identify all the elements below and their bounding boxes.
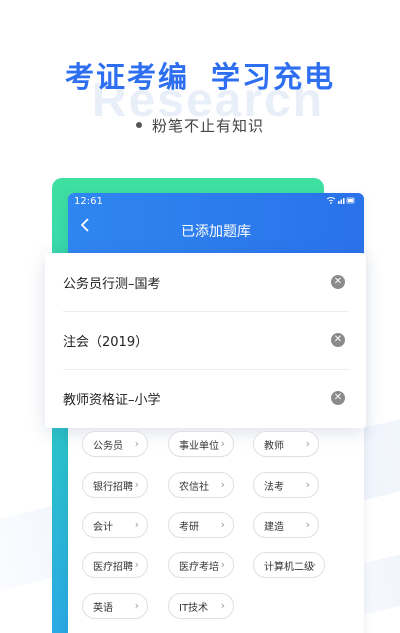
- category-chip-yiliao-kaopei[interactable]: 医疗考培 ›: [168, 552, 234, 578]
- headline-part-2: 学习充电: [211, 60, 336, 94]
- added-bank-label: 公务员行测–国考: [63, 276, 161, 292]
- chevron-right-icon: ›: [134, 478, 139, 491]
- subline-text: 粉笔不止有知识: [151, 117, 264, 135]
- added-bank-item[interactable]: 注会（2019） ✕: [63, 311, 349, 369]
- headline-part-1: 考证考编: [64, 60, 189, 94]
- chevron-right-icon: ›: [220, 437, 225, 450]
- chip-label: 农信社: [179, 481, 209, 493]
- chevron-right-icon: ›: [305, 437, 310, 450]
- chevron-right-icon: ›: [134, 518, 139, 531]
- nav-header: 12:61 已添加题库: [68, 193, 364, 261]
- category-chip-jianzao[interactable]: 建造 ›: [253, 512, 319, 538]
- remove-icon[interactable]: ✕: [331, 275, 345, 289]
- chevron-right-icon: ›: [134, 437, 139, 450]
- chevron-right-icon: ›: [220, 599, 225, 612]
- chevron-right-icon: ›: [305, 478, 310, 491]
- status-icons: [326, 196, 356, 208]
- status-time: 12:61: [74, 196, 103, 207]
- category-chip-kaoyan[interactable]: 考研 ›: [168, 512, 234, 538]
- added-bank-label: 注会（2019）: [63, 334, 149, 350]
- category-chip-jisuanji[interactable]: 计算机二级 ›: [253, 552, 325, 578]
- chip-label: 医疗招聘: [93, 561, 133, 573]
- chip-label: 英语: [93, 602, 113, 614]
- chip-label: 事业单位: [179, 440, 219, 452]
- category-chip-jiaoshi[interactable]: 教师 ›: [253, 431, 319, 457]
- promo-subline: 粉笔不止有知识: [0, 115, 400, 136]
- added-bank-label: 教师资格证–小学: [63, 392, 161, 408]
- chevron-right-icon: ›: [134, 558, 139, 571]
- chevron-right-icon: ›: [220, 518, 225, 531]
- category-chip-yinhang[interactable]: 银行招聘 ›: [82, 472, 148, 498]
- category-chip-kuaiji[interactable]: 会计 ›: [82, 512, 148, 538]
- category-chip-fakao[interactable]: 法考 ›: [253, 472, 319, 498]
- chip-label: 教师: [264, 440, 284, 452]
- chip-label: 会计: [93, 521, 113, 533]
- chip-label: 法考: [264, 481, 284, 493]
- chip-label: 公务员: [93, 440, 123, 452]
- page-title: 已添加题库: [181, 224, 251, 240]
- chip-label: 计算机二级: [264, 561, 314, 573]
- remove-icon[interactable]: ✕: [331, 333, 345, 347]
- bullet-dot-icon: [135, 121, 142, 128]
- added-bank-item[interactable]: 公务员行测–国考 ✕: [63, 253, 349, 311]
- chevron-right-icon: ›: [220, 478, 225, 491]
- chip-label: 银行招聘: [93, 481, 133, 493]
- category-chip-it[interactable]: IT技术 ›: [168, 593, 234, 619]
- category-chip-shiye[interactable]: 事业单位 ›: [168, 431, 234, 457]
- added-bank-item[interactable]: 教师资格证–小学 ✕: [63, 369, 349, 427]
- chip-label: IT技术: [179, 602, 209, 614]
- wifi-signal-battery-icon: [326, 197, 355, 204]
- added-banks-panel: 公务员行测–国考 ✕ 注会（2019） ✕ 教师资格证–小学 ✕: [45, 253, 366, 428]
- chip-label: 医疗考培: [179, 561, 219, 573]
- category-chip-yiliao-zhaopin[interactable]: 医疗招聘 ›: [82, 552, 148, 578]
- category-chip-yingyu[interactable]: 英语 ›: [82, 593, 148, 619]
- category-chip-nongxinshe[interactable]: 农信社 ›: [168, 472, 234, 498]
- promo-headline: 考证考编 学习充电: [0, 54, 400, 96]
- chevron-right-icon: ›: [134, 599, 139, 612]
- chevron-right-icon: ›: [220, 558, 225, 571]
- chevron-right-icon: ›: [311, 558, 316, 571]
- chip-label: 建造: [264, 521, 284, 533]
- chevron-right-icon: ›: [305, 518, 310, 531]
- category-chip-gongwuyuan[interactable]: 公务员 ›: [82, 431, 148, 457]
- remove-icon[interactable]: ✕: [331, 391, 345, 405]
- chip-label: 考研: [179, 521, 199, 533]
